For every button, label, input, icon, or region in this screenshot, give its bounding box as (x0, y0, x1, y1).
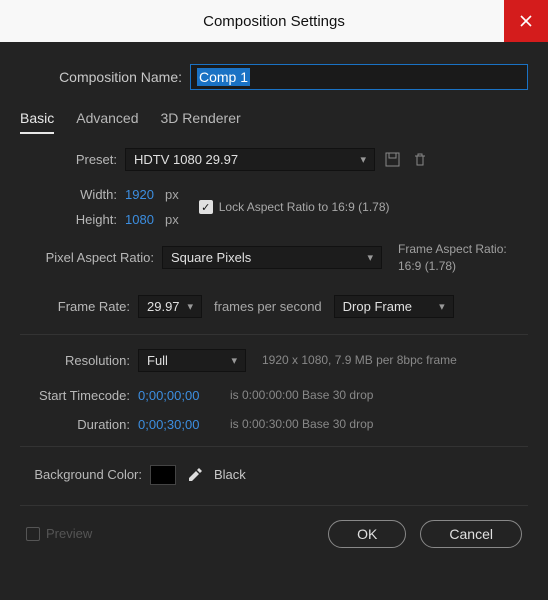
pixel-aspect-select[interactable]: Square Pixels ▾ (162, 246, 382, 269)
lock-aspect-checkbox[interactable]: ✓ (199, 200, 213, 214)
resolution-label: Resolution: (20, 353, 138, 368)
preview-checkbox (26, 527, 40, 541)
frame-aspect-info: Frame Aspect Ratio: 16:9 (1.78) (398, 241, 507, 275)
drop-frame-select[interactable]: Drop Frame ▾ (334, 295, 454, 318)
background-color-swatch[interactable] (150, 465, 176, 485)
chevron-down-icon: ▾ (360, 153, 366, 166)
lock-aspect-label: Lock Aspect Ratio to 16:9 (1.78) (219, 200, 390, 214)
preset-label: Preset: (20, 152, 125, 167)
duration-label: Duration: (20, 417, 138, 432)
resolution-info: 1920 x 1080, 7.9 MB per 8bpc frame (262, 353, 457, 367)
height-unit: px (165, 212, 179, 227)
frame-rate-label: Frame Rate: (20, 299, 138, 314)
delete-preset-button[interactable] (409, 149, 431, 171)
divider (20, 505, 528, 506)
composition-name-input[interactable]: Comp 1 (190, 64, 528, 90)
save-preset-button[interactable] (381, 149, 403, 171)
chevron-down-icon: ▾ (367, 251, 373, 264)
divider (20, 446, 528, 447)
width-value[interactable]: 1920 (125, 187, 161, 202)
close-icon (520, 15, 532, 27)
start-timecode-label: Start Timecode: (20, 388, 138, 403)
background-color-name: Black (214, 467, 246, 482)
composition-settings-dialog: Composition Settings Composition Name: C… (0, 0, 548, 600)
titlebar: Composition Settings (0, 0, 548, 42)
background-color-label: Background Color: (20, 467, 150, 482)
window-title: Composition Settings (203, 13, 345, 30)
preset-select[interactable]: HDTV 1080 29.97 ▾ (125, 148, 375, 171)
height-value[interactable]: 1080 (125, 212, 161, 227)
tab-3d-renderer[interactable]: 3D Renderer (161, 110, 241, 134)
start-timecode-info: is 0:00:00:00 Base 30 drop (230, 388, 373, 402)
duration-info: is 0:00:30:00 Base 30 drop (230, 417, 373, 431)
height-label: Height: (20, 212, 125, 227)
chevron-down-icon: ▾ (231, 354, 237, 367)
frame-rate-select[interactable]: 29.97 ▾ (138, 295, 202, 318)
preview-label: Preview (46, 526, 92, 541)
chevron-down-icon: ▾ (439, 300, 445, 313)
width-unit: px (165, 187, 179, 202)
composition-name-label: Composition Name: (20, 69, 190, 85)
width-label: Width: (20, 187, 125, 202)
start-timecode-value[interactable]: 0;00;00;00 (138, 388, 218, 403)
pixel-aspect-label: Pixel Aspect Ratio: (20, 250, 162, 265)
close-button[interactable] (504, 0, 548, 42)
duration-value[interactable]: 0;00;30;00 (138, 417, 218, 432)
tabs: Basic Advanced 3D Renderer (20, 110, 528, 134)
preview-checkbox-row: Preview (26, 526, 92, 541)
cancel-button[interactable]: Cancel (420, 520, 522, 548)
chevron-down-icon: ▾ (188, 300, 194, 313)
tab-advanced[interactable]: Advanced (76, 110, 138, 134)
eyedropper-icon (187, 467, 203, 483)
resolution-select[interactable]: Full ▾ (138, 349, 246, 372)
eyedropper-button[interactable] (186, 466, 204, 484)
fps-text: frames per second (214, 299, 322, 314)
divider (20, 334, 528, 335)
tab-basic[interactable]: Basic (20, 110, 54, 134)
ok-button[interactable]: OK (328, 520, 406, 548)
